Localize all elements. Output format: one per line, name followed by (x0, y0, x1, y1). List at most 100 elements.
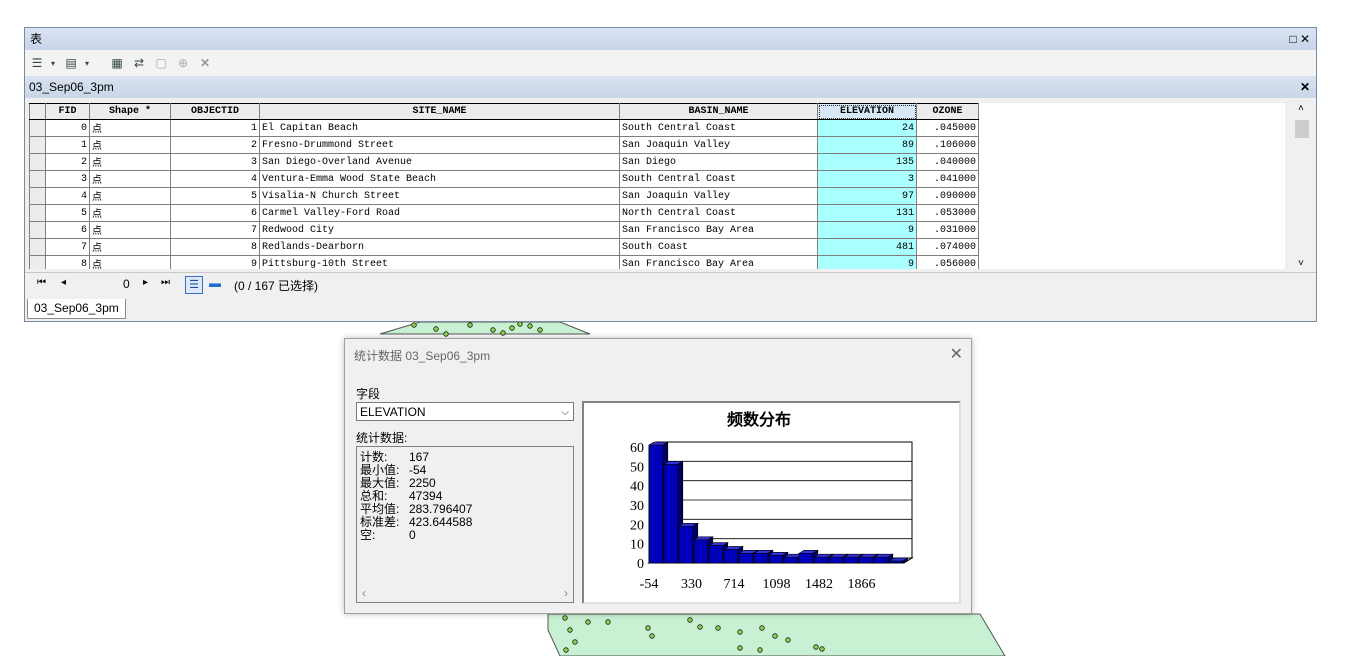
field-select[interactable]: ELEVATION ⌵ (356, 402, 574, 421)
table-cell[interactable]: 点 (89, 136, 171, 154)
table-cell[interactable]: 点 (89, 204, 171, 222)
table-cell[interactable]: 24 (817, 119, 917, 137)
close-table-icon[interactable]: ✕ (1300, 76, 1310, 98)
table-cell[interactable]: 1 (45, 136, 90, 154)
vertical-scrollbar[interactable]: ˄ ˅ (1294, 103, 1310, 269)
map-point[interactable] (772, 633, 778, 639)
table-row[interactable]: 0 点 1 El Capitan Beach South Central Coast 24… (29, 119, 979, 137)
table-cell[interactable]: South Central Coast (619, 119, 818, 137)
column-header[interactable]: Shape * (89, 103, 171, 120)
table-cell[interactable]: 89 (817, 136, 917, 154)
table-cell[interactable]: North Central Coast (619, 204, 818, 222)
dropdown-arrow-icon[interactable]: ▾ (45, 55, 61, 71)
table-cell[interactable]: Redlands-Dearborn (259, 238, 620, 256)
map-point[interactable] (697, 624, 703, 630)
table-cell[interactable]: San Francisco Bay Area (619, 255, 818, 269)
table-cell[interactable]: .040000 (916, 153, 979, 171)
table-cell[interactable]: 8 (170, 238, 260, 256)
map-point[interactable] (649, 633, 655, 639)
table-cell[interactable]: 6 (45, 221, 90, 239)
row-selector[interactable] (29, 119, 46, 137)
scroll-down-icon[interactable]: ˅ (1298, 258, 1304, 269)
table-cell[interactable]: El Capitan Beach (259, 119, 620, 137)
table-cell[interactable]: San Francisco Bay Area (619, 221, 818, 239)
clear-selection-icon[interactable]: ▢ (153, 55, 169, 71)
table-row[interactable]: 1 点 2 Fresno-Drummond Street San Joaquin Val… (29, 136, 979, 154)
last-record-icon[interactable]: ⏭ (161, 277, 170, 288)
map-point[interactable] (562, 615, 568, 621)
previous-record-icon[interactable]: ◂ (61, 277, 66, 288)
map-point[interactable] (517, 321, 523, 327)
table-window-titlebar[interactable]: 表 □ ✕ (25, 28, 1316, 50)
table-cell[interactable]: 4 (170, 170, 260, 188)
table-cell[interactable]: .041000 (916, 170, 979, 188)
table-cell[interactable]: 2 (170, 136, 260, 154)
table-cell[interactable]: 0 (45, 119, 90, 137)
table-bottom-tab[interactable]: 03_Sep06_3pm (27, 299, 126, 319)
map-point[interactable] (411, 322, 417, 328)
table-cell[interactable]: 点 (89, 221, 171, 239)
map-point[interactable] (757, 647, 763, 653)
show-all-records-icon[interactable]: ☰ (185, 276, 203, 294)
statistics-list[interactable]: 计数: 167 最小值: -54 最大值: 2250 总和: 47394 平均值: 283.796… (356, 446, 574, 603)
table-cell[interactable]: San Diego (619, 153, 818, 171)
table-cell[interactable]: Pittsburg-10th Street (259, 255, 620, 269)
map-point[interactable] (567, 627, 573, 633)
table-cell[interactable]: 2 (45, 153, 90, 171)
table-cell[interactable]: 点 (89, 119, 171, 137)
table-cell[interactable]: San Diego-Overland Avenue (259, 153, 620, 171)
table-cell[interactable]: Ventura-Emma Wood State Beach (259, 170, 620, 188)
row-selector[interactable] (29, 187, 46, 205)
map-point[interactable] (509, 325, 515, 331)
table-row[interactable]: 8 点 9 Pittsburg-10th Street San Francisco Ba… (29, 255, 979, 269)
next-record-icon[interactable]: ▸ (143, 277, 148, 288)
table-row[interactable]: 2 点 3 San Diego-Overland Avenue San Diego 135… (29, 153, 979, 171)
table-cell[interactable]: 点 (89, 153, 171, 171)
dropdown-arrow-icon[interactable]: ▾ (79, 55, 95, 71)
map-point[interactable] (737, 645, 743, 651)
table-cell[interactable]: Carmel Valley-Ford Road (259, 204, 620, 222)
table-cell[interactable]: .031000 (916, 221, 979, 239)
table-cell[interactable]: Visalia-N Church Street (259, 187, 620, 205)
column-header[interactable]: OZONE (916, 103, 979, 120)
table-cell[interactable]: 5 (170, 187, 260, 205)
map-point[interactable] (813, 644, 819, 650)
table-row[interactable]: 4 点 5 Visalia-N Church Street San Joaquin Va… (29, 187, 979, 205)
row-header-corner[interactable] (29, 103, 46, 120)
table-cell[interactable]: 1 (170, 119, 260, 137)
restore-icon[interactable]: □ (1289, 32, 1296, 46)
table-cell[interactable]: 5 (45, 204, 90, 222)
map-point[interactable] (490, 327, 496, 333)
column-header[interactable]: ELEVATION (817, 103, 917, 120)
attribute-table[interactable]: FID Shape * OBJECTID SITE_NAME BASIN_NAME ELE… (29, 103, 1285, 269)
table-cell[interactable]: 131 (817, 204, 917, 222)
row-selector[interactable] (29, 153, 46, 171)
first-record-icon[interactable]: ⏮ (37, 277, 46, 288)
table-cell[interactable]: 8 (45, 255, 90, 269)
table-cell[interactable]: South Central Coast (619, 170, 818, 188)
table-cell[interactable]: 7 (45, 238, 90, 256)
close-icon[interactable]: ✕ (950, 344, 963, 364)
table-row[interactable]: 3 点 4 Ventura-Emma Wood State Beach South Ce… (29, 170, 979, 188)
row-selector[interactable] (29, 221, 46, 239)
row-selector[interactable] (29, 255, 46, 269)
table-cell[interactable]: 481 (817, 238, 917, 256)
scroll-right-icon[interactable]: › (564, 586, 568, 600)
table-row[interactable]: 7 点 8 Redlands-Dearborn South Coast 481.07400… (29, 238, 979, 256)
table-cell[interactable]: 7 (170, 221, 260, 239)
table-cell[interactable]: 4 (45, 187, 90, 205)
table-cell[interactable]: .090000 (916, 187, 979, 205)
close-icon[interactable]: ✕ (1300, 32, 1310, 46)
table-cell[interactable]: .053000 (916, 204, 979, 222)
map-point[interactable] (500, 330, 506, 336)
table-row[interactable]: 6 点 7 Redwood City San Francisco Bay Area 9.0… (29, 221, 979, 239)
column-header[interactable]: SITE_NAME (259, 103, 620, 120)
table-cell[interactable]: .056000 (916, 255, 979, 269)
map-point[interactable] (585, 619, 591, 625)
table-cell[interactable]: 9 (817, 221, 917, 239)
map-point[interactable] (785, 637, 791, 643)
table-cell[interactable]: 6 (170, 204, 260, 222)
table-cell[interactable]: 3 (45, 170, 90, 188)
table-row[interactable]: 5 点 6 Carmel Valley-Ford Road North Central … (29, 204, 979, 222)
scroll-up-icon[interactable]: ˄ (1298, 103, 1304, 114)
